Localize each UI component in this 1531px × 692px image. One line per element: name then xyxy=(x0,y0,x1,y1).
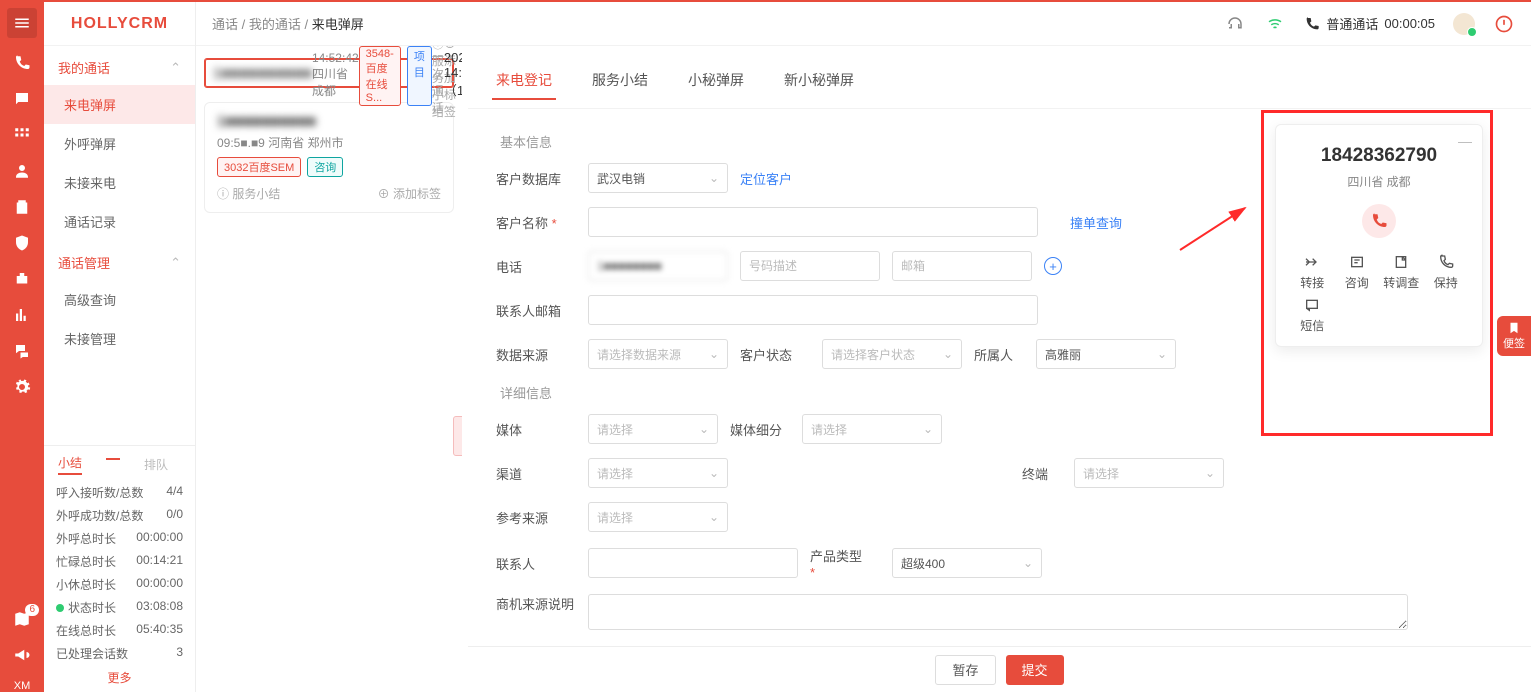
save-draft-button[interactable]: 暂存 xyxy=(935,655,995,685)
collapse-handle[interactable] xyxy=(453,416,462,456)
header: 通话 / 我的通话 / 来电弹屏 普通通话 00:00:05 xyxy=(196,2,1531,46)
collision-check[interactable]: 撞单查询 xyxy=(1070,213,1122,232)
tab-register[interactable]: 来电登记 xyxy=(492,62,556,100)
media-select[interactable]: 请选择 xyxy=(588,414,718,444)
card-tag: 3548-百度在线S... xyxy=(359,46,401,106)
brand-logo: HOLLYCRM xyxy=(44,2,195,46)
nav-missed-manage[interactable]: 未接管理 xyxy=(44,319,195,358)
tab-xiaomi[interactable]: 小秘弹屏 xyxy=(684,62,748,100)
nav-records[interactable]: 通话记录 xyxy=(44,202,195,241)
bizsrc-textarea[interactable] xyxy=(588,594,1408,630)
card-phone: 1■■■■■■■■■■ xyxy=(217,113,441,130)
add-tag[interactable]: ⊕ 添加标签 xyxy=(378,185,441,202)
submit-button[interactable]: 提交 xyxy=(1006,655,1064,685)
owner-select[interactable]: 高雅丽 xyxy=(1036,339,1176,369)
act-consult[interactable]: 咨询 xyxy=(1335,254,1380,291)
headset-icon[interactable] xyxy=(1224,13,1246,35)
channel-select[interactable]: 请选择 xyxy=(588,458,728,488)
bubble-icon[interactable] xyxy=(11,340,33,362)
nav-advanced-query[interactable]: 高级查询 xyxy=(44,280,195,319)
map-icon[interactable]: 6 xyxy=(11,608,33,630)
wifi-icon[interactable] xyxy=(1264,13,1286,35)
card-tag: 3032百度SEM xyxy=(217,157,301,177)
email-input[interactable] xyxy=(892,251,1032,281)
side-column: HOLLYCRM 我的通话⌃ 来电弹屏 外呼弹屏 未接来电 通话记录 通话管理⌃… xyxy=(44,2,196,692)
grid-icon[interactable] xyxy=(11,124,33,146)
icon-rail: 6 XM xyxy=(0,2,44,692)
user-icon[interactable] xyxy=(11,160,33,182)
clipboard-icon[interactable] xyxy=(11,196,33,218)
gear-icon[interactable] xyxy=(11,376,33,398)
robot-icon[interactable] xyxy=(11,268,33,290)
act-hold[interactable]: 保持 xyxy=(1424,254,1469,291)
chart-icon[interactable] xyxy=(11,304,33,326)
main-tabs: 来电登记 服务小结 小秘弹屏 新小秘弹屏 xyxy=(468,46,1531,109)
db-select[interactable]: 武汉电销 xyxy=(588,163,728,193)
locate-customer[interactable]: 定位客户 xyxy=(740,169,792,188)
ref-select[interactable]: 请选择 xyxy=(588,502,728,532)
media-sub-select[interactable]: 请选择 xyxy=(802,414,942,444)
card-phone: 1■■■■■■■■■■ xyxy=(213,65,312,82)
call-card[interactable]: 1■■■■■■■■■■ 14:52:42 四川省 成都 3548-百度在线S..… xyxy=(204,58,454,88)
nav-group-my-calls[interactable]: 我的通话⌃ xyxy=(44,46,195,85)
badge: 6 xyxy=(25,604,39,616)
phone-icon[interactable] xyxy=(11,52,33,74)
stats-panel: 小结 排队 呼入接听数/总数4/4 外呼成功数/总数0/0 外呼总时长00:00… xyxy=(44,445,195,692)
ptype-select[interactable]: 超级400 xyxy=(892,548,1042,578)
section-detail: 详细信息 xyxy=(496,383,1503,402)
card-tag: 项目 xyxy=(407,46,432,106)
act-survey[interactable]: 转调查 xyxy=(1379,254,1424,291)
chat-icon[interactable] xyxy=(11,88,33,110)
tab-new-xiaomi[interactable]: 新小秘弹屏 xyxy=(780,62,858,100)
caller-number: 18428362790 xyxy=(1290,145,1468,167)
nav-incoming-popup[interactable]: 来电弹屏 xyxy=(44,85,195,124)
card-timeloc: 09:5■.■9 河南省 郑州市 xyxy=(217,134,441,151)
card-timeloc: 14:52:42 四川省 成都 xyxy=(312,51,359,99)
nav: 我的通话⌃ 来电弹屏 外呼弹屏 未接来电 通话记录 通话管理⌃ 高级查询 未接管… xyxy=(44,46,195,445)
caller-popup: — 18428362790 四川省 成都 转接 咨询 转调查 保持 短信 xyxy=(1275,124,1483,347)
call-list: 1■■■■■■■■■■ 14:52:42 四川省 成都 3548-百度在线S..… xyxy=(196,46,462,692)
nav-outgoing-popup[interactable]: 外呼弹屏 xyxy=(44,124,195,163)
call-status: 普通通话 00:00:05 xyxy=(1304,14,1435,33)
stats-tab-summary[interactable]: 小结 xyxy=(58,454,82,475)
avatar[interactable] xyxy=(1453,13,1475,35)
nav-missed[interactable]: 未接来电 xyxy=(44,163,195,202)
card-tag: 咨询 xyxy=(307,157,343,177)
phone-desc-input[interactable] xyxy=(740,251,880,281)
nav-group-manage[interactable]: 通话管理⌃ xyxy=(44,241,195,280)
breadcrumb: 通话 / 我的通话 / 来电弹屏 xyxy=(212,14,364,33)
bookmark-tab[interactable]: 便签 xyxy=(1497,316,1531,356)
minimize-icon[interactable]: — xyxy=(1458,133,1472,149)
phone-circle-icon xyxy=(1362,204,1396,238)
source-select[interactable]: 请选择数据来源 xyxy=(588,339,728,369)
stats-tab-queue[interactable]: 排队 xyxy=(144,456,168,473)
caller-location: 四川省 成都 xyxy=(1290,173,1468,190)
customer-name-input[interactable] xyxy=(588,207,1038,237)
call-card[interactable]: 1■■■■■■■■■■ 09:5■.■9 河南省 郑州市 3032百度SEM 咨… xyxy=(204,102,454,213)
form-footer: 暂存 提交 xyxy=(468,646,1531,692)
tab-service[interactable]: 服务小结 xyxy=(588,62,652,100)
act-sms[interactable]: 短信 xyxy=(1290,297,1335,334)
power-icon[interactable] xyxy=(1493,13,1515,35)
megaphone-icon[interactable] xyxy=(11,644,33,666)
contact-input[interactable] xyxy=(588,548,798,578)
contact-email-input[interactable] xyxy=(588,295,1038,325)
act-transfer[interactable]: 转接 xyxy=(1290,254,1335,291)
xm-label: XM xyxy=(14,680,31,692)
stats-more[interactable]: 更多 xyxy=(54,665,185,686)
menu-icon[interactable] xyxy=(7,8,37,38)
shield-icon[interactable] xyxy=(11,232,33,254)
status-select[interactable]: 请选择客户状态 xyxy=(822,339,962,369)
phone-input[interactable] xyxy=(588,251,728,281)
terminal-select[interactable]: 请选择 xyxy=(1074,458,1224,488)
add-phone-icon[interactable]: + xyxy=(1044,257,1062,275)
